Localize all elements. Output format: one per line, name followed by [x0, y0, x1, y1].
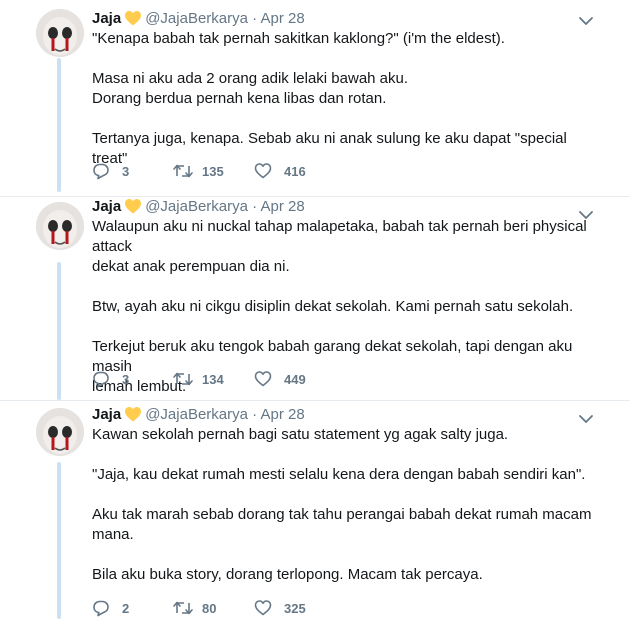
reply-icon: [93, 163, 109, 180]
chevron-down-icon[interactable]: [578, 412, 594, 424]
tweet[interactable]: Jaja @JajaBerkarya · Apr 28 Walaupun aku …: [0, 196, 630, 400]
tweet-paragraph: Aku tak marah sebab dorang tak tahu pera…: [92, 506, 592, 543]
tweet-paragraph: Bila aku buka story, dorang terlopong. M…: [92, 566, 483, 583]
display-name[interactable]: Jaja: [92, 10, 121, 27]
tweet-paragraph: "Kenapa babah tak pernah sakitkan kaklon…: [92, 30, 505, 47]
reply-count: 3: [122, 164, 130, 179]
avatar[interactable]: [36, 202, 84, 250]
retweet-count: 80: [202, 601, 217, 616]
tweet-paragraph: Walaupun aku ni nuckal tahap malapetaka,…: [92, 218, 587, 275]
avatar[interactable]: [36, 408, 84, 456]
retweet-count: 135: [202, 164, 224, 179]
tweet-date[interactable]: Apr 28: [261, 198, 305, 215]
tweet-date[interactable]: Apr 28: [261, 406, 305, 423]
heart-icon: [254, 600, 272, 616]
reply-icon: [93, 600, 109, 617]
tweet-paragraph: "Jaja, kau dekat rumah mesti selalu kena…: [92, 466, 586, 483]
tweet-paragraph: Masa ni aku ada 2 orang adik lelaki bawa…: [92, 70, 409, 107]
heart-icon: [254, 371, 272, 387]
separator-dot: ·: [252, 10, 258, 27]
retweet-icon: [173, 601, 193, 615]
retweet-icon: [173, 372, 193, 386]
tweet-paragraph: Kawan sekolah pernah bagi satu statement…: [92, 426, 509, 443]
reply-count: 2: [122, 601, 130, 616]
user-handle[interactable]: @JajaBerkarya: [145, 198, 248, 215]
reply-icon: [93, 371, 109, 388]
tweet-actions: 3 135 416: [92, 161, 372, 181]
tweet-actions: 2 80 325: [92, 598, 372, 618]
chevron-down-icon[interactable]: [578, 14, 594, 26]
tweet-text: "Kenapa babah tak pernah sakitkan kaklon…: [92, 29, 602, 169]
tweet-text: Kawan sekolah pernah bagi satu statement…: [92, 425, 602, 585]
like-count: 325: [284, 601, 306, 616]
display-name[interactable]: Jaja: [92, 198, 121, 215]
user-handle[interactable]: @JajaBerkarya: [145, 406, 248, 423]
separator-dot: ·: [252, 406, 258, 423]
like-count: 416: [284, 164, 306, 179]
tweet-paragraph: Btw, ayah aku ni cikgu disiplin dekat se…: [92, 298, 574, 315]
reply-count: 3: [122, 372, 130, 387]
retweet-icon: [173, 164, 193, 178]
display-name[interactable]: Jaja: [92, 406, 121, 423]
retweet-count: 134: [202, 372, 224, 387]
separator-dot: ·: [252, 198, 258, 215]
avatar[interactable]: [36, 9, 84, 57]
tweet-actions: 3 134 449: [92, 369, 372, 389]
like-count: 449: [284, 372, 306, 387]
user-handle[interactable]: @JajaBerkarya: [145, 10, 248, 27]
tweet-date[interactable]: Apr 28: [261, 10, 305, 27]
heart-icon: [254, 163, 272, 179]
tweet[interactable]: Jaja @JajaBerkarya · Apr 28 Kawan sekolah…: [0, 400, 630, 619]
tweet[interactable]: Jaja @JajaBerkarya · Apr 28 "Kenapa babah…: [0, 0, 630, 196]
